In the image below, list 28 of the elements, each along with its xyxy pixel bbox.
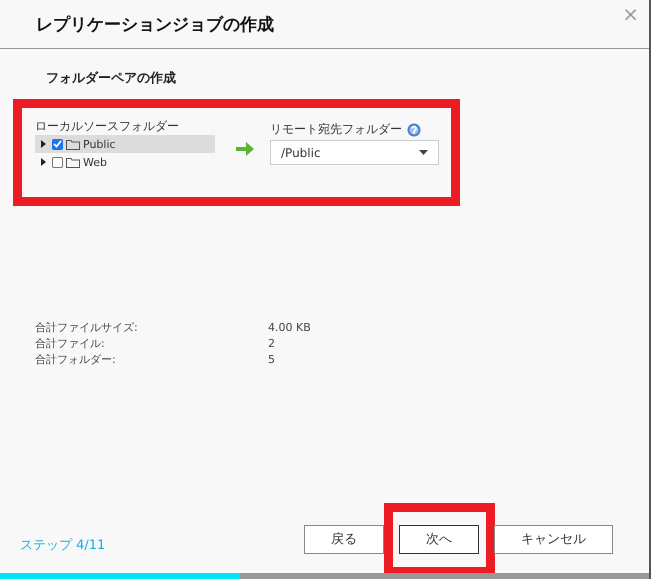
folder-icon — [66, 156, 80, 168]
expand-icon[interactable] — [41, 140, 46, 148]
folder-icon — [66, 138, 80, 150]
summary-value: 2 — [268, 336, 276, 352]
remote-folder-dropdown[interactable]: /Public — [270, 140, 439, 165]
dialog-button[interactable]: 戻る — [304, 524, 384, 554]
dropdown-caret-icon — [419, 150, 428, 155]
help-icon[interactable] — [407, 122, 421, 136]
window-title: レプリケーションジョブの作成 — [36, 14, 274, 36]
section-title: フォルダーペアの作成 — [46, 70, 177, 87]
summary-label: 合計フォルダー: — [35, 352, 117, 368]
checkbox[interactable] — [52, 138, 63, 150]
dialog-button[interactable]: キャンセル — [494, 524, 613, 554]
remote-folder-label: リモート宛先フォルダー — [270, 121, 402, 138]
arrow-icon — [236, 142, 254, 156]
folder-tree-item[interactable]: Web — [35, 153, 215, 171]
dialog-button[interactable]: 次へ — [399, 524, 479, 554]
folder-tree-item[interactable]: Public — [35, 135, 215, 153]
summary-value: 5 — [268, 352, 276, 368]
summary-value: 4.00 KB — [268, 320, 312, 336]
summary-label: 合計ファイルサイズ: — [35, 320, 139, 336]
folder-name: Web — [83, 156, 107, 168]
local-folder-label: ローカルソースフォルダー — [35, 118, 180, 135]
expand-icon[interactable] — [41, 158, 46, 166]
step-indicator: ステップ 4/11 — [20, 537, 106, 554]
folder-name: Public — [83, 138, 116, 150]
checkbox[interactable] — [52, 156, 63, 168]
summary-label: 合計ファイル: — [35, 336, 106, 352]
